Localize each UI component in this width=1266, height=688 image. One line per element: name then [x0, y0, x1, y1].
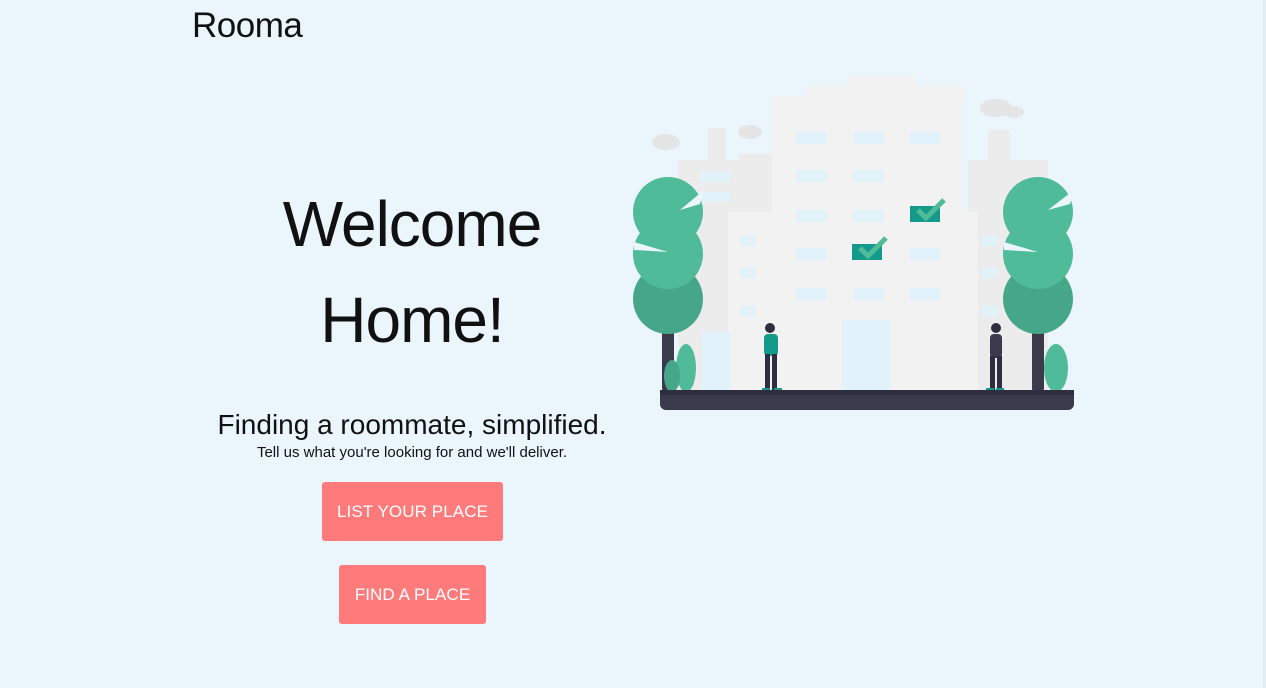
list-your-place-button[interactable]: LIST YOUR PLACE [322, 482, 503, 541]
hero-tagline: Finding a roommate, simplified. [217, 409, 607, 440]
ground-edge [660, 390, 1074, 395]
city-building-illustration [633, 76, 1074, 410]
hero-title: Welcome Home! [192, 176, 632, 368]
hero-subtext: Tell us what you're looking for and we'l… [256, 444, 568, 461]
brand-logo[interactable]: Rooma [192, 6, 303, 46]
tree-left [633, 177, 704, 394]
landing-page: Rooma Welcome Home! Finding a roommate, … [0, 0, 1266, 688]
hero-section: Welcome Home! Finding a roommate, simpli… [192, 176, 632, 463]
find-a-place-button[interactable]: FIND A PLACE [339, 565, 486, 624]
hero-title-line2: Home! [320, 284, 504, 356]
hero-title-line1: Welcome [282, 188, 543, 260]
